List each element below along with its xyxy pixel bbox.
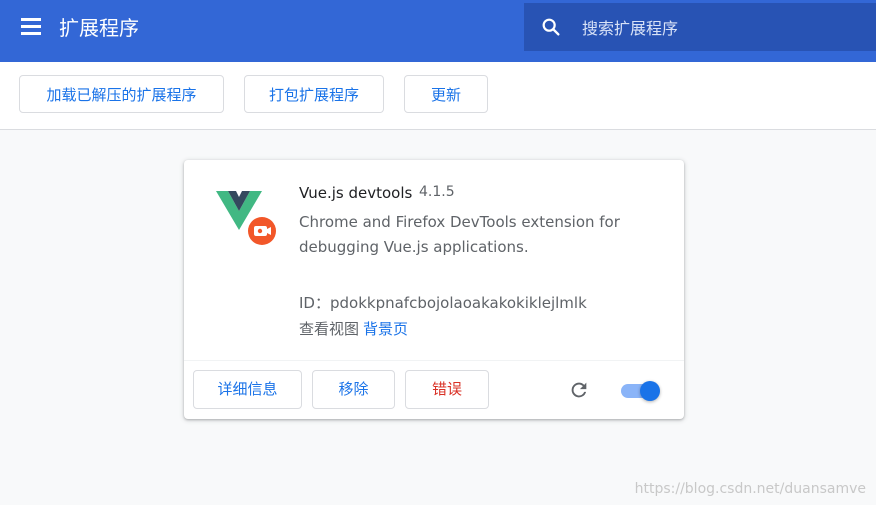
- load-unpacked-button[interactable]: 加载已解压的扩展程序: [19, 75, 224, 113]
- extension-card: Vue.js devtools 4.1.5 Chrome and Firefox…: [184, 160, 684, 419]
- update-button[interactable]: 更新: [404, 75, 488, 113]
- errors-button[interactable]: 错误: [405, 370, 489, 409]
- watermark: https://blog.csdn.net/duansamve: [634, 481, 866, 497]
- extension-name: Vue.js devtools: [299, 184, 413, 202]
- extension-description: Chrome and Firefox DevTools extension fo…: [299, 213, 620, 256]
- background-page-link[interactable]: 背景页: [363, 320, 408, 338]
- remove-button[interactable]: 移除: [312, 370, 395, 409]
- search-icon: [542, 18, 560, 36]
- card-divider: [184, 360, 684, 361]
- top-app-bar: 扩展程序: [0, 0, 876, 62]
- details-button[interactable]: 详细信息: [193, 370, 302, 409]
- search-input[interactable]: [580, 13, 864, 43]
- toggle-knob: [640, 381, 660, 401]
- extension-id: ID：pdokkpnafcbojolaoakakokiklejlmlk: [299, 294, 587, 312]
- developer-toolbar: 加载已解压的扩展程序 打包扩展程序 更新: [0, 62, 876, 130]
- pack-extension-button[interactable]: 打包扩展程序: [244, 75, 384, 113]
- inspect-views: 查看视图 背景页: [299, 318, 408, 339]
- extension-version: 4.1.5: [419, 184, 455, 200]
- search-box[interactable]: [524, 3, 876, 51]
- reload-icon[interactable]: [568, 379, 590, 401]
- hamburger-menu-icon[interactable]: [21, 17, 43, 35]
- inspect-views-label: 查看视图: [299, 320, 360, 338]
- page-title: 扩展程序: [59, 16, 139, 40]
- enable-toggle[interactable]: [620, 379, 660, 401]
- vue-logo-icon: [216, 191, 276, 245]
